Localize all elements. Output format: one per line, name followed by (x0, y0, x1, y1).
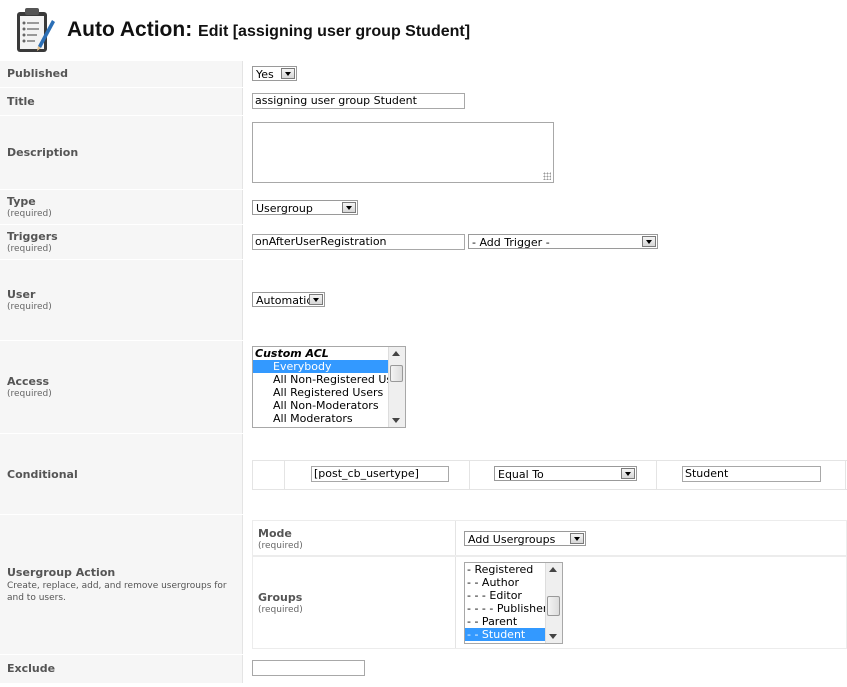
access-label: Access (7, 375, 50, 388)
access-option[interactable]: All Non-Moderators (253, 399, 405, 412)
page-title-main: Auto Action: (67, 18, 193, 41)
chevron-down-icon (621, 468, 635, 479)
usergroup-action-description: Create, replace, add, and remove usergro… (7, 581, 227, 603)
row-conditional: Conditional [post_cb_usertype] Equal To … (0, 434, 847, 515)
page-header: Auto Action: Edit [assigning user group … (0, 0, 847, 60)
published-label: Published (7, 67, 69, 80)
user-label: User (7, 288, 36, 301)
scroll-thumb[interactable] (390, 365, 403, 382)
conditional-value-input[interactable]: Student (682, 466, 821, 482)
conditional-table: [post_cb_usertype] Equal To Student (252, 460, 847, 490)
row-triggers: Triggers (required) onAfterUserRegistrat… (0, 225, 847, 260)
scroll-down-icon[interactable] (392, 418, 400, 423)
row-exclude: Exclude (0, 655, 847, 684)
groups-listbox[interactable]: - Registered - - Author - - - Editor - -… (464, 562, 563, 644)
mode-label: Mode (258, 527, 292, 540)
type-select[interactable]: Usergroup (252, 200, 358, 215)
chevron-down-icon (642, 236, 656, 247)
access-option[interactable]: All Moderators (253, 412, 405, 425)
clipboard-pencil-icon (17, 8, 55, 52)
row-description: Description (0, 116, 847, 190)
row-published: Published Yes (0, 61, 847, 88)
row-user: User (required) Automatic (0, 260, 847, 341)
triggers-label: Triggers (7, 230, 58, 243)
groups-option-student[interactable]: - - Student (465, 628, 546, 641)
exclude-label: Exclude (7, 662, 56, 675)
conditional-field-input[interactable]: [post_cb_usertype] (311, 466, 449, 482)
type-required: (required) (7, 209, 52, 219)
usergroup-action-label: Usergroup Action (7, 566, 116, 579)
scroll-up-icon[interactable] (392, 351, 400, 356)
scroll-up-icon[interactable] (549, 567, 557, 572)
access-option[interactable]: All Non-Registered Users (253, 373, 405, 386)
access-required: (required) (7, 389, 52, 399)
scroll-down-icon[interactable] (549, 634, 557, 639)
page-title-sub: Edit [assigning user group Student] (198, 23, 471, 40)
user-required: (required) (7, 302, 52, 312)
title-label: Title (7, 95, 35, 108)
mode-select[interactable]: Add Usergroups (464, 531, 586, 546)
access-option[interactable]: All Registered Users (253, 386, 405, 399)
groups-subrow: Groups (required) - Registered - - Autho… (252, 556, 847, 649)
chevron-down-icon (342, 202, 356, 213)
access-listbox[interactable]: Custom ACL Everybody All Non-Registered … (252, 346, 406, 428)
chevron-down-icon (309, 294, 323, 305)
mode-required: (required) (258, 541, 303, 551)
mode-subrow: Mode (required) Add Usergroups (252, 520, 847, 556)
access-option-group: Custom ACL (255, 347, 329, 360)
row-usergroup-action: Usergroup Action Create, replace, add, a… (0, 515, 847, 655)
chevron-down-icon (570, 533, 584, 544)
user-select[interactable]: Automatic (252, 292, 325, 307)
chevron-down-icon (281, 68, 295, 79)
add-trigger-select[interactable]: - Add Trigger - (468, 234, 658, 249)
access-scrollbar[interactable] (388, 347, 405, 427)
exclude-input[interactable] (252, 660, 365, 676)
groups-label: Groups (258, 591, 303, 604)
title-input[interactable]: assigning user group Student (252, 93, 465, 109)
groups-required: (required) (258, 605, 303, 615)
description-textarea[interactable] (252, 122, 554, 183)
conditional-operator-select[interactable]: Equal To (494, 466, 637, 481)
triggers-input[interactable]: onAfterUserRegistration (252, 234, 465, 250)
groups-scrollbar[interactable] (545, 563, 562, 643)
access-option-everybody[interactable]: Everybody (253, 360, 389, 373)
type-label: Type (7, 195, 36, 208)
resize-grip-icon[interactable] (543, 172, 551, 180)
description-label: Description (7, 146, 79, 159)
triggers-required: (required) (7, 244, 52, 254)
page-title: Auto Action: Edit [assigning user group … (67, 18, 470, 42)
row-title: Title assigning user group Student (0, 88, 847, 116)
row-type: Type (required) Usergroup (0, 190, 847, 225)
scroll-thumb[interactable] (547, 596, 560, 616)
published-select[interactable]: Yes (252, 66, 297, 81)
row-access: Access (required) Custom ACL Everybody A… (0, 341, 847, 434)
conditional-label: Conditional (7, 468, 78, 481)
